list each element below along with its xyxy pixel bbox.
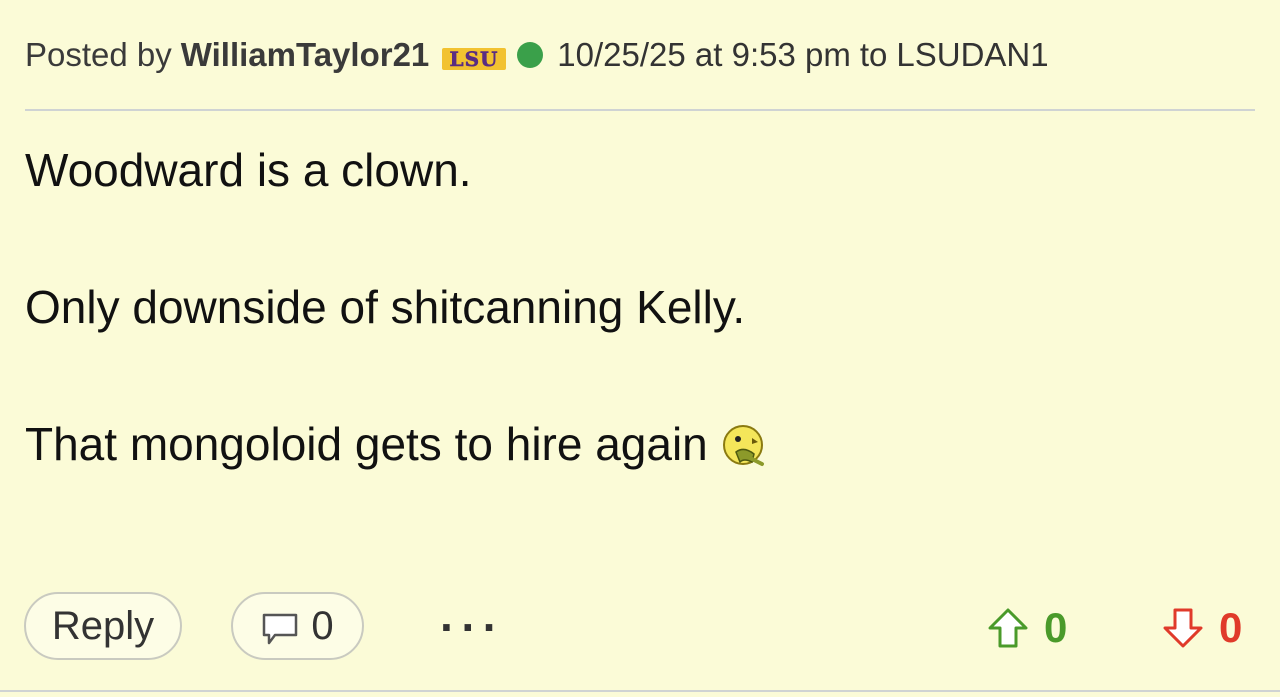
post-text-line-3: That mongoloid gets to hire again	[25, 418, 708, 470]
upvote-count: 0	[1044, 604, 1068, 651]
post-header: Posted by WilliamTaylor21 LSU 10/25/25 a…	[25, 30, 1049, 80]
post-text-line-1: Woodward is a clown.	[25, 144, 472, 196]
online-status-icon	[517, 42, 544, 68]
upvote-button[interactable]: 0	[986, 604, 1067, 652]
down-arrow-icon	[1163, 608, 1203, 648]
comment-count: 0	[311, 603, 334, 648]
post-line: Woodward is a clown.	[25, 140, 472, 200]
header-divider	[25, 109, 1255, 111]
lsu-logo-icon: LSU	[441, 42, 507, 71]
to-label: to	[859, 36, 888, 73]
comment-bubble-icon	[263, 613, 298, 645]
puking-smiley-icon	[722, 422, 766, 466]
post-line: Only downside of shitcanning Kelly.	[25, 277, 745, 337]
post-footer: Reply 0 ··· 0 0	[0, 592, 1280, 664]
downvote-button[interactable]: 0	[1161, 604, 1242, 652]
post-card: Posted by WilliamTaylor21 LSU 10/25/25 a…	[0, 0, 1280, 697]
posted-by-label: Posted by	[25, 36, 172, 73]
username-link[interactable]: WilliamTaylor21	[181, 36, 430, 74]
comment-count-button[interactable]: 0	[231, 592, 364, 660]
up-arrow-icon	[988, 608, 1028, 648]
reply-to-user-link[interactable]: LSUDAN1	[896, 36, 1048, 74]
svg-text:LSU: LSU	[450, 47, 499, 71]
footer-divider	[0, 690, 1280, 692]
post-text-line-2: Only downside of shitcanning Kelly.	[25, 281, 746, 333]
downvote-count: 0	[1219, 604, 1243, 651]
reply-button[interactable]: Reply	[24, 592, 182, 660]
post-timestamp: 10/25/25 at 9:53 pm	[557, 36, 851, 73]
post-line: That mongoloid gets to hire again	[25, 414, 766, 474]
more-options-button[interactable]: ···	[432, 601, 512, 653]
